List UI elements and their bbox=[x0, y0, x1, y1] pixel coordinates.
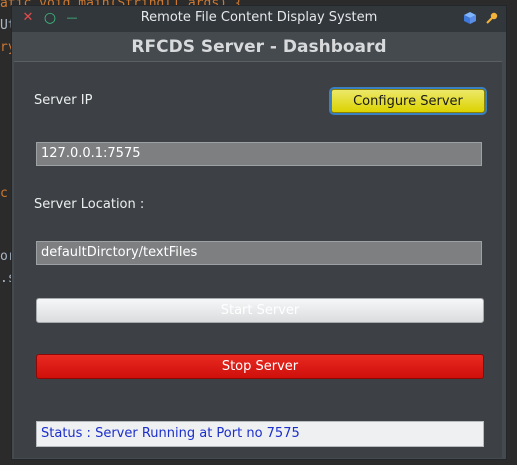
start-server-button[interactable]: Start Server bbox=[36, 298, 484, 323]
server-ip-field[interactable]: 127.0.0.1:7575 bbox=[36, 142, 482, 166]
server-location-label: Server Location : bbox=[34, 197, 145, 212]
cube-icon[interactable] bbox=[462, 9, 478, 27]
window-titlebar[interactable]: ✕ ○ — Remote File Content Display System bbox=[12, 6, 506, 32]
window-title: Remote File Content Display System bbox=[140, 10, 378, 25]
code-line: c bbox=[0, 186, 8, 201]
configure-server-button[interactable]: Configure Server bbox=[331, 89, 485, 113]
stop-server-button[interactable]: Stop Server bbox=[36, 354, 484, 379]
dashboard-heading: RFCDS Server - Dashboard bbox=[131, 37, 387, 57]
server-location-field[interactable]: defaultDirctory/textFiles bbox=[36, 241, 482, 265]
pin-icon[interactable] bbox=[484, 9, 500, 27]
status-bar: Status : Server Running at Port no 7575 bbox=[36, 421, 484, 447]
server-ip-label: Server IP bbox=[34, 93, 93, 108]
rfcds-window: ✕ ○ — Remote File Content Display System… bbox=[11, 5, 507, 460]
dashboard-panel: Server IP Configure Server 127.0.0.1:757… bbox=[14, 61, 502, 458]
